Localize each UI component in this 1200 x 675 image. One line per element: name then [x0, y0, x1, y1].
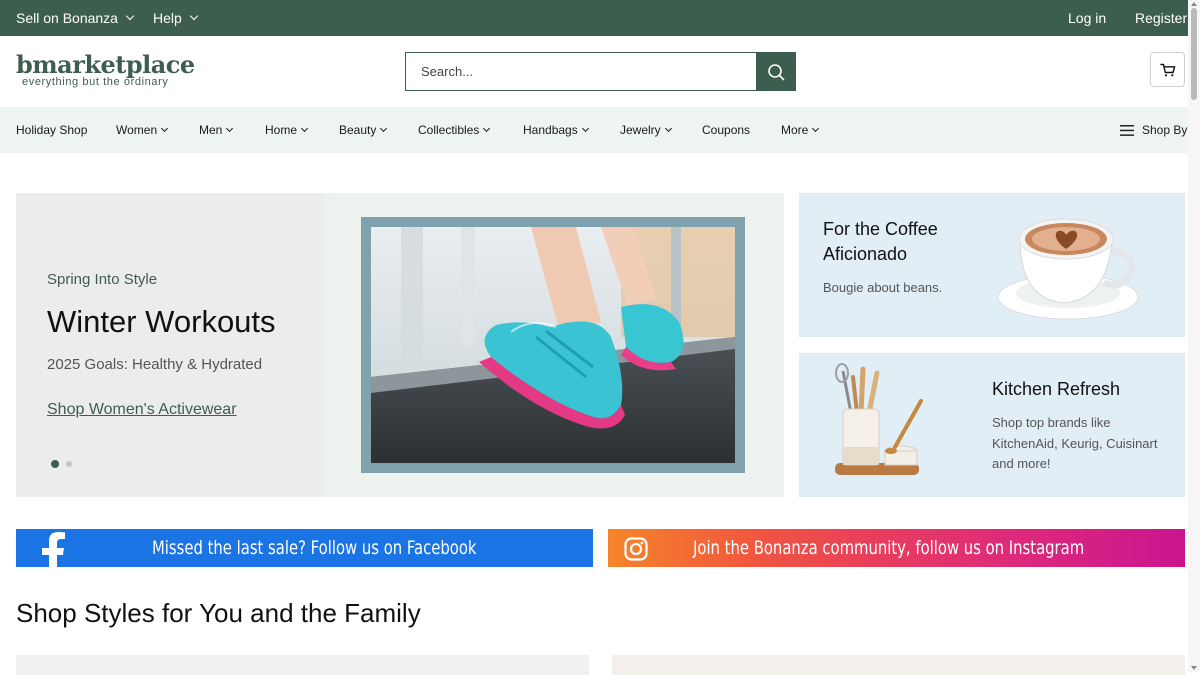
sell-on-bonanza-menu[interactable]: Sell on Bonanza: [16, 0, 135, 36]
nav-item-handbags[interactable]: Handbags: [523, 107, 589, 153]
login-link[interactable]: Log in: [1068, 0, 1106, 36]
coffee-promo-card[interactable]: For the Coffee Aficionado Bougie about b…: [799, 193, 1185, 337]
style-tile[interactable]: [16, 655, 589, 675]
cart-button[interactable]: [1150, 52, 1185, 87]
hero-eyebrow: Spring Into Style: [47, 271, 158, 288]
nav-item-label: Handbags: [523, 123, 578, 137]
card-title: Kitchen Refresh: [992, 379, 1121, 399]
top-bar: Sell on Bonanza Help Log in Register: [0, 0, 1200, 36]
register-link[interactable]: Register: [1135, 0, 1187, 36]
treadmill-running-shoe-image: [371, 227, 735, 463]
card-description-line2: KitchenAid, Keurig, Cuisinart: [992, 435, 1158, 451]
chevron-down-icon: [812, 124, 820, 133]
chevron-down-icon: [189, 11, 199, 21]
card-title-line1: For the Coffee: [823, 219, 938, 239]
nav-item-label: Coupons: [702, 123, 751, 137]
instagram-icon: [624, 537, 648, 561]
search-bar: [405, 52, 796, 91]
nav-item-label: Home: [265, 123, 298, 137]
search-icon: [767, 63, 784, 80]
help-menu[interactable]: Help: [153, 0, 199, 36]
card-description: Bougie about beans.: [823, 280, 943, 295]
nav-item-men[interactable]: Men: [199, 107, 234, 153]
kitchen-utensils-image: [835, 363, 923, 475]
chevron-down-icon: [125, 11, 135, 21]
carousel-dot-active[interactable]: [51, 460, 59, 468]
instagram-banner-text: Join the Bonanza community, follow us on…: [693, 537, 1085, 559]
nav-item-label: Men: [199, 123, 223, 137]
site-logo[interactable]: bmarketplace everything but the ordinary: [16, 50, 195, 92]
style-tile[interactable]: [612, 655, 1185, 675]
logo-tagline: everything but the ordinary: [22, 76, 169, 88]
scroll-up-icon[interactable]: [1191, 2, 1197, 6]
hamburger-icon: [1120, 124, 1134, 136]
help-label: Help: [153, 10, 182, 26]
scrollbar-thumb[interactable]: [1191, 8, 1197, 100]
card-title-line2: Aficionado: [823, 244, 908, 264]
coffee-cup-image: [997, 218, 1139, 320]
nav-item-home[interactable]: Home: [265, 107, 309, 153]
nav-item-beauty[interactable]: Beauty: [339, 107, 388, 153]
nav-item-jewelry[interactable]: Jewelry: [620, 107, 672, 153]
shop-activewear-link[interactable]: Shop Women's Activewear: [47, 401, 237, 419]
nav-item-more[interactable]: More: [781, 107, 820, 153]
nav-item-holiday-shop[interactable]: Holiday Shop: [16, 107, 87, 153]
hero-carousel: Spring Into Style Winter Workouts 2025 G…: [16, 193, 784, 497]
search-button[interactable]: [756, 53, 795, 90]
chevron-down-icon: [300, 124, 309, 133]
shop-by-menu[interactable]: Shop By: [1120, 107, 1187, 153]
nav-item-label: Women: [116, 123, 158, 137]
card-description-line1: Shop top brands like: [992, 415, 1111, 430]
hero-subtitle: 2025 Goals: Healthy & Hydrated: [47, 356, 263, 373]
kitchen-promo-card[interactable]: Kitchen Refresh Shop top brands like Kit…: [799, 353, 1185, 497]
nav-item-label: Beauty: [339, 123, 377, 137]
logo-text: bmarketplace: [16, 50, 195, 79]
facebook-banner-text: Missed the last sale? Follow us on Faceb…: [152, 537, 477, 559]
nav-item-coupons[interactable]: Coupons: [702, 107, 750, 153]
nav-item-label: More: [781, 123, 809, 137]
carousel-dot[interactable]: [66, 461, 72, 467]
chevron-down-icon: [161, 124, 169, 133]
hero-image-frame[interactable]: [361, 217, 745, 473]
nav-item-collectibles[interactable]: Collectibles: [418, 107, 491, 153]
hero-title: Winter Workouts: [47, 304, 276, 339]
facebook-icon: [42, 532, 65, 567]
shop-by-label: Shop By: [1142, 123, 1188, 137]
chevron-down-icon: [664, 124, 672, 133]
section-title: Shop Styles for You and the Family: [16, 598, 421, 628]
chevron-down-icon: [581, 124, 589, 133]
nav-item-label: Collectibles: [418, 123, 480, 137]
chevron-down-icon: [226, 124, 234, 133]
category-nav: Holiday Shop Women Men Home Beauty Colle…: [0, 107, 1200, 153]
page-scrollbar[interactable]: [1188, 0, 1200, 672]
search-input[interactable]: [406, 53, 757, 90]
nav-item-label: Jewelry: [620, 123, 661, 137]
instagram-follow-banner[interactable]: Join the Bonanza community, follow us on…: [608, 529, 1185, 567]
hero-text-panel: Spring Into Style Winter Workouts 2025 G…: [16, 193, 324, 497]
facebook-follow-banner[interactable]: Missed the last sale? Follow us on Faceb…: [16, 529, 593, 567]
sell-on-bonanza-label: Sell on Bonanza: [16, 10, 118, 26]
scroll-down-icon[interactable]: [1191, 666, 1197, 670]
card-description-line3: and more!: [992, 456, 1051, 471]
chevron-down-icon: [380, 124, 388, 133]
nav-item-women[interactable]: Women: [116, 107, 169, 153]
chevron-down-icon: [483, 124, 491, 133]
cart-icon: [1159, 63, 1175, 76]
nav-item-label: Holiday Shop: [16, 123, 88, 137]
